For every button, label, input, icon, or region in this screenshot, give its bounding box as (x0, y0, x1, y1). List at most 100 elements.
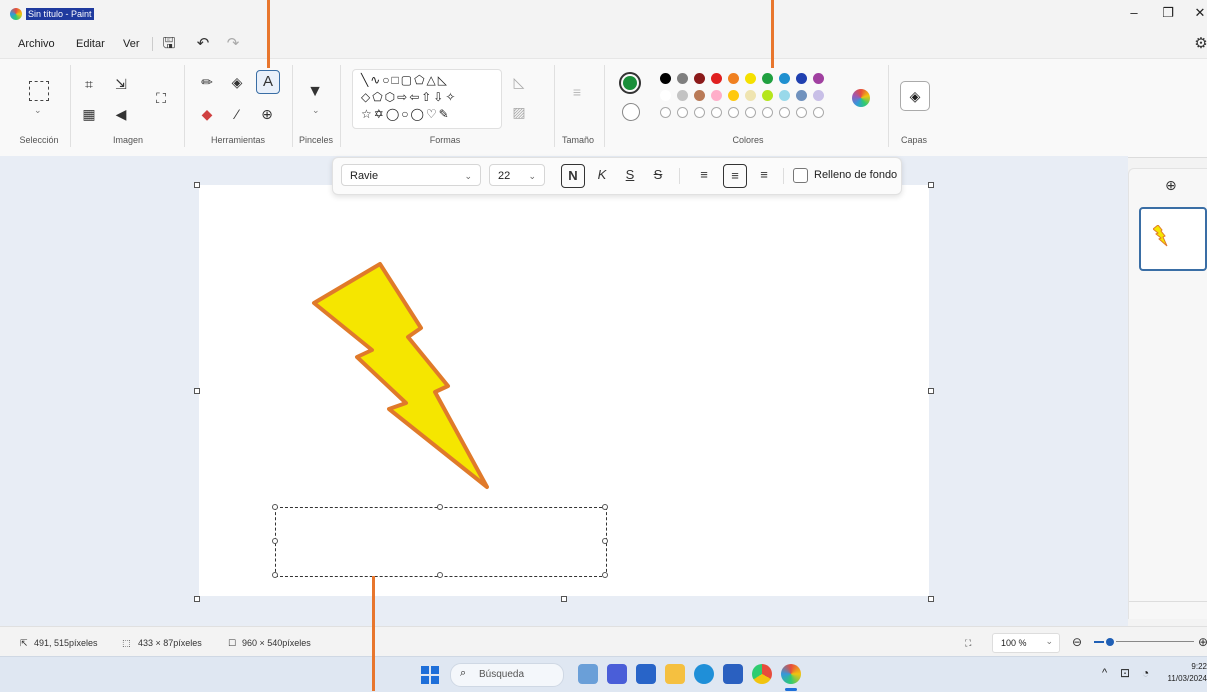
zoom-out-icon[interactable]: ⊖ (1072, 635, 1082, 649)
color-swatch[interactable] (660, 73, 671, 84)
fit-to-window-icon[interactable]: ⛶ (965, 638, 971, 649)
maximize-button[interactable]: ❐ (1158, 4, 1178, 22)
resize-handle[interactable] (602, 538, 608, 544)
minimize-button[interactable]: – (1124, 4, 1144, 22)
color-swatch[interactable] (779, 73, 790, 84)
pencil-icon[interactable]: ✏ (196, 71, 218, 93)
menu-archivo[interactable]: Archivo (18, 38, 55, 50)
color-swatch[interactable] (813, 107, 824, 118)
color-swatch[interactable] (796, 73, 807, 84)
resize-handle[interactable] (437, 572, 443, 578)
task-view-icon[interactable] (636, 664, 656, 684)
color-swatch[interactable] (711, 73, 722, 84)
magnifier-icon[interactable]: ⊕ (256, 103, 278, 125)
resize-handle[interactable] (602, 572, 608, 578)
shapes-gallery[interactable]: ╲∿○□▢⬠△◺ ◇⬠⬡⇨⇦⇧⇩✧ ☆✡◯○◯♡✎ (352, 69, 502, 129)
resize-handle[interactable] (272, 504, 278, 510)
primary-color-swatch[interactable] (619, 72, 641, 94)
eraser-icon[interactable]: ◆ (196, 103, 218, 125)
layer-thumbnail[interactable] (1139, 207, 1207, 271)
canvas-handle[interactable] (928, 388, 934, 394)
color-swatch[interactable] (762, 107, 773, 118)
color-swatch[interactable] (694, 107, 705, 118)
chrome-icon[interactable] (752, 664, 772, 684)
color-swatch[interactable] (779, 107, 790, 118)
canvas-handle[interactable] (194, 596, 200, 602)
zoom-in-icon[interactable]: ⊕ (1198, 635, 1207, 649)
align-right-icon[interactable]: ≡ (753, 164, 775, 186)
edit-colors-icon[interactable] (852, 89, 870, 107)
image-select-icon[interactable]: ⛶ (150, 87, 172, 109)
color-swatch[interactable] (660, 107, 671, 118)
menu-editar[interactable]: Editar (76, 38, 105, 50)
fill-background-checkbox[interactable] (793, 168, 808, 183)
color-swatch[interactable] (694, 73, 705, 84)
line-size-icon[interactable]: ≡ (566, 81, 588, 103)
network-icon[interactable]: ⊡ (1120, 666, 1130, 680)
file-explorer-icon[interactable] (665, 664, 685, 684)
shape-outline-icon[interactable]: ◺ (508, 71, 530, 93)
rotate-icon[interactable]: ◀ (110, 103, 132, 125)
settings-gear-icon[interactable]: ⚙ (1190, 34, 1207, 54)
teams-chat-icon[interactable] (607, 664, 627, 684)
volume-icon[interactable]: ◔ (1142, 666, 1149, 680)
canvas-handle[interactable] (928, 596, 934, 602)
color-swatch[interactable] (728, 73, 739, 84)
zoom-slider-thumb[interactable] (1106, 638, 1114, 646)
resize-handle[interactable] (437, 504, 443, 510)
layers-icon[interactable]: ◈ (900, 81, 930, 111)
color-swatch[interactable] (677, 90, 688, 101)
underline-button[interactable]: S (619, 164, 641, 186)
crop-icon[interactable]: ⌗ (78, 73, 100, 95)
color-swatch[interactable] (677, 107, 688, 118)
color-swatch[interactable] (779, 90, 790, 101)
color-swatch[interactable] (728, 90, 739, 101)
resize-handle[interactable] (272, 538, 278, 544)
clock-time[interactable]: 9:22 (1180, 662, 1207, 671)
text-tool-button[interactable]: A (256, 70, 280, 94)
selection-rect-icon[interactable] (29, 81, 49, 101)
zoom-slider-track[interactable] (1116, 641, 1194, 642)
menu-ver[interactable]: Ver (123, 38, 140, 50)
resize-handle[interactable] (272, 572, 278, 578)
color-swatch[interactable] (745, 90, 756, 101)
fill-bucket-icon[interactable]: ◈ (226, 71, 248, 93)
font-size-select[interactable]: 22 ⌄ (489, 164, 545, 186)
store-icon[interactable] (723, 664, 743, 684)
shapes-row-3[interactable]: ☆✡◯○◯♡✎ (361, 107, 451, 121)
color-swatch[interactable] (745, 107, 756, 118)
canvas-handle[interactable] (561, 596, 567, 602)
color-swatch[interactable] (796, 107, 807, 118)
shapes-row-1[interactable]: ╲∿○□▢⬠△◺ (361, 73, 449, 87)
align-left-icon[interactable]: ≡ (693, 164, 715, 186)
windows-start-icon[interactable] (421, 666, 439, 684)
canvas-handle[interactable] (194, 182, 200, 188)
chevron-down-icon[interactable]: ⌄ (34, 105, 42, 116)
color-swatch[interactable] (694, 90, 705, 101)
resize-handle[interactable] (602, 504, 608, 510)
close-button[interactable]: ✕ (1190, 4, 1207, 22)
save-icon[interactable]: 🖫 (158, 34, 180, 54)
secondary-color-swatch[interactable] (622, 103, 640, 121)
color-swatch[interactable] (762, 73, 773, 84)
widgets-icon[interactable] (578, 664, 598, 684)
color-swatch[interactable] (796, 90, 807, 101)
shape-fill-icon[interactable]: ▨ (508, 101, 530, 123)
shapes-row-2[interactable]: ◇⬠⬡⇨⇦⇧⇩✧ (361, 90, 457, 104)
color-swatch[interactable] (711, 107, 722, 118)
color-swatch[interactable] (813, 73, 824, 84)
redo-icon[interactable]: ↷ (222, 34, 244, 54)
color-swatch[interactable] (813, 90, 824, 101)
paint-taskbar-icon[interactable] (781, 664, 801, 684)
chevron-up-icon[interactable]: ^ (1102, 667, 1107, 679)
bold-button[interactable]: N (561, 164, 585, 188)
add-layer-icon[interactable]: ⊕ (1165, 177, 1177, 194)
canvas-handle[interactable] (194, 388, 200, 394)
color-picker-icon[interactable]: ⁄ (226, 103, 248, 125)
color-swatch[interactable] (728, 107, 739, 118)
taskbar-search[interactable]: ⌕ Búsqueda (450, 663, 564, 687)
color-swatch[interactable] (762, 90, 773, 101)
drawing-canvas[interactable] (199, 185, 929, 596)
align-center-icon[interactable]: ≡ (723, 164, 747, 188)
brush-icon[interactable]: ▼ (304, 81, 326, 103)
